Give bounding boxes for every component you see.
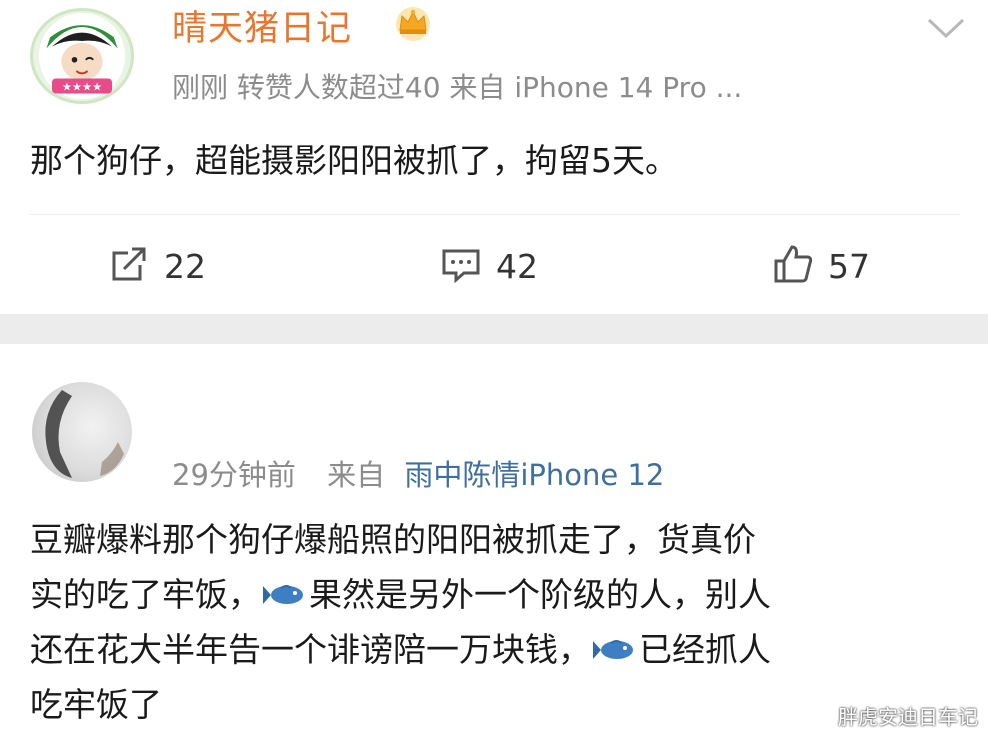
- post-text: 那个狗仔，超能摄影阳阳被抓了，拘留5天。: [30, 141, 678, 180]
- fish-emoji-icon: [591, 626, 637, 659]
- like-count: 57: [828, 246, 870, 286]
- like-button[interactable]: 57: [772, 242, 870, 290]
- comment-icon: [440, 243, 482, 289]
- from-label: 来自: [327, 458, 386, 492]
- post-text: 豆瓣爆料那个狗仔爆船照的阳阳被抓走了，货真价 实的吃了牢饭， 果然是另外一个阶级…: [30, 512, 970, 732]
- text-line: 吃牢饭了: [30, 685, 162, 724]
- post-card-2: 29分钟前 来自 雨中陈情iPhone 12 豆瓣爆料那个狗仔爆船照的阳阳被抓走…: [0, 344, 988, 738]
- username[interactable]: 晴天猪日记: [172, 0, 352, 51]
- divider: [30, 214, 960, 215]
- fish-emoji-icon: [261, 571, 307, 604]
- like-icon: [772, 243, 814, 289]
- share-button[interactable]: 22: [108, 242, 206, 290]
- svg-text:★★★★: ★★★★: [62, 81, 102, 94]
- share-count: 22: [164, 246, 206, 286]
- text-segment: 实的吃了牢饭，: [30, 575, 261, 614]
- text-segment: 已经抓人: [639, 630, 771, 669]
- source-link[interactable]: 雨中陈情iPhone 12: [404, 458, 664, 492]
- text-segment: 还在花大半年告一个诽谤陪一万块钱，: [30, 630, 591, 669]
- post-meta: 29分钟前 来自 雨中陈情iPhone 12: [172, 452, 664, 494]
- comment-count: 42: [496, 246, 538, 286]
- avatar[interactable]: ★★★★: [30, 8, 134, 104]
- post-meta: 刚刚 转赞人数超过40 来自 iPhone 14 Pro ...: [172, 71, 743, 104]
- comment-button[interactable]: 42: [440, 242, 538, 290]
- chevron-down-icon[interactable]: [926, 16, 966, 40]
- watermark: 胖虎安迪日车记: [838, 705, 978, 729]
- post-card-1: ★★★★ 晴天猪日记 刚刚 转赞人数超过40 来自 iPhone 14 Pro …: [0, 0, 988, 314]
- text-line: 豆瓣爆料那个狗仔爆船照的阳阳被抓走了，货真价: [30, 520, 756, 559]
- share-icon: [108, 243, 150, 289]
- crown-icon: [392, 2, 434, 42]
- feed-separator: [0, 314, 988, 344]
- avatar[interactable]: [32, 382, 132, 482]
- text-line: 还在花大半年告一个诽谤陪一万块钱， 已经抓人: [30, 622, 970, 677]
- post-time: 29分钟前: [172, 458, 296, 492]
- text-segment: 果然是另外一个阶级的人，别人: [309, 575, 771, 614]
- text-line: 实的吃了牢饭， 果然是另外一个阶级的人，别人: [30, 567, 970, 622]
